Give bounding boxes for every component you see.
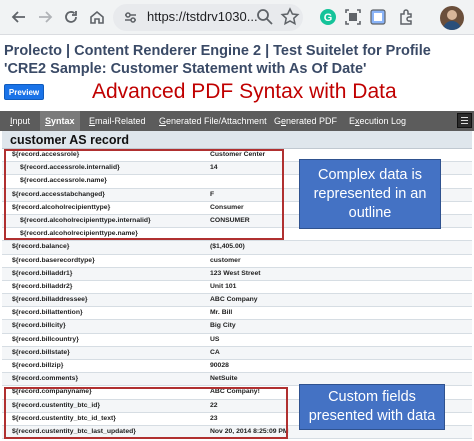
record-field-value: 90028 [210, 362, 229, 369]
tab-execution-log[interactable]: Execution Log [349, 111, 406, 131]
tab-syntax[interactable]: Syntax [40, 111, 80, 131]
tab-input[interactable]: Input [10, 111, 30, 131]
svg-text:G: G [324, 12, 333, 24]
custom-fields-outline-box [4, 387, 288, 439]
home-icon[interactable] [88, 8, 106, 26]
screenshot-extension-icon[interactable] [343, 7, 363, 27]
record-field-value: Unit 101 [210, 282, 237, 290]
record-field-key: ${record.billstate} [12, 348, 70, 356]
record-field-value: Big City [210, 322, 236, 330]
record-row: ${record.balance} ($1,405.00) [2, 241, 472, 255]
custom-fields-callout: Custom fields presented with data [299, 384, 445, 430]
record-field-key: ${record.billaddressee} [12, 296, 88, 304]
record-row: ${record.billcountry} US [2, 334, 472, 347]
record-field-value: ABC Company [210, 296, 258, 304]
reload-icon[interactable] [62, 8, 80, 26]
complex-data-callout: Complex data is represented in an outlin… [299, 159, 441, 229]
page-title: Prolecto | Content Renderer Engine 2 | T… [4, 43, 431, 77]
preview-button[interactable]: Preview [4, 84, 44, 100]
record-row: ${record.billaddr1} 123 West Street [2, 267, 472, 281]
record-field-value: CA [210, 348, 220, 356]
record-field-key: ${record.baserecordtype} [12, 256, 95, 264]
record-field-key: ${record.billattention} [12, 309, 83, 317]
profile-avatar[interactable] [440, 6, 464, 30]
record-field-value: ($1,405.00) [210, 243, 245, 251]
record-field-value: 123 West Street [210, 269, 261, 277]
annotation-title: Advanced PDF Syntax with Data [92, 80, 397, 103]
tab-email-related[interactable]: Email-Related [89, 111, 146, 131]
browser-toolbar: https://tstdrv1030... G [0, 0, 474, 35]
record-field-key: ${record.billcountry} [12, 335, 79, 343]
record-field-value: NetSuite [210, 375, 238, 383]
record-row: ${record.billattention} Mr. Bill [2, 307, 472, 321]
tab-bar: Input Syntax Email-Related Generated Fil… [0, 111, 474, 131]
record-field-value: Mr. Bill [210, 309, 233, 317]
record-heading: customer AS record [2, 131, 472, 149]
tab-generated-pdf[interactable]: Generated PDF [274, 111, 337, 131]
record-row: ${record.billzip} 90028 [2, 360, 472, 374]
record-field-key: ${record.billaddr1} [12, 269, 73, 277]
menu-icon[interactable] [457, 113, 472, 128]
tab-generated-file[interactable]: Generated File/Attachment [159, 111, 267, 131]
extensions-puzzle-icon[interactable] [397, 7, 417, 27]
record-row: ${record.baserecordtype} customer [2, 255, 472, 268]
record-row: ${record.billstate} CA [2, 346, 472, 360]
grammarly-extension-icon[interactable]: G [318, 7, 338, 27]
search-icon[interactable] [255, 7, 275, 27]
complex-data-outline-box [4, 149, 284, 240]
record-row: ${record.billcity} Big City [2, 320, 472, 334]
record-field-key: ${record.balance} [12, 243, 70, 251]
record-field-value: US [210, 335, 220, 343]
record-field-key: ${record.billaddr2} [12, 282, 73, 290]
record-row: ${record.billaddressee} ABC Company [2, 294, 472, 308]
forward-icon[interactable] [36, 8, 54, 26]
record-field-key: ${record.comments} [12, 375, 79, 383]
url-text: https://tstdrv1030... [147, 9, 258, 24]
record-field-key: ${record.billcity} [12, 322, 66, 330]
record-field-value: customer [210, 256, 241, 264]
record-row: ${record.billaddr2} Unit 101 [2, 281, 472, 295]
bookmark-star-icon[interactable] [280, 7, 300, 27]
site-settings-icon[interactable] [122, 9, 139, 26]
back-icon[interactable] [10, 8, 28, 26]
record-field-key: ${record.billzip} [12, 362, 64, 369]
color-picker-extension-icon[interactable] [368, 7, 388, 27]
